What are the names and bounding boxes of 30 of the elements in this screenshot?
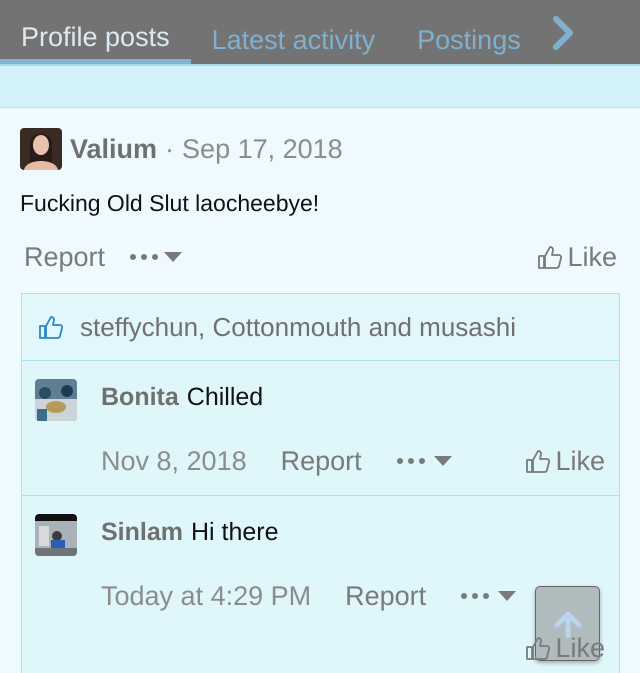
caret-icon[interactable] <box>498 590 516 601</box>
like-button[interactable]: Like <box>537 236 617 277</box>
arrow-up-icon <box>554 610 582 638</box>
chevron-right-icon[interactable] <box>552 16 574 50</box>
username[interactable]: Sinlam <box>101 514 183 552</box>
report-link[interactable]: Report <box>24 236 106 277</box>
tab[interactable]: Postings <box>396 0 542 64</box>
thumbs-up-icon <box>525 448 552 474</box>
thumbs-up-icon <box>525 635 552 662</box>
separator-dot: · <box>165 132 174 166</box>
report-link[interactable]: Report <box>345 576 426 616</box>
comment-text: Chilled <box>186 382 264 413</box>
caret-icon[interactable] <box>164 252 182 262</box>
post-date[interactable]: Sep 17, 2018 <box>182 128 343 170</box>
thumbs-up-icon <box>38 314 64 340</box>
post-text: Fucking Old Slut laocheebye! <box>20 189 320 218</box>
comment-date[interactable]: Nov 8, 2018 <box>101 440 247 481</box>
comment-text: Hi there <box>190 517 279 548</box>
username[interactable]: Valium <box>70 128 158 170</box>
like-button[interactable]: Like <box>525 440 605 481</box>
liked-by-text: steffychun, Cottonmouth and musashi <box>80 310 516 344</box>
more-options-icon[interactable] <box>460 590 490 601</box>
more-options-icon[interactable] <box>129 252 160 262</box>
username[interactable]: Bonita <box>101 379 179 416</box>
more-options-icon[interactable] <box>396 456 426 466</box>
thumbs-up-icon <box>537 244 564 270</box>
comment-date[interactable]: Today at 4:29 PM <box>101 576 312 616</box>
report-link[interactable]: Report <box>280 440 362 481</box>
caret-icon[interactable] <box>434 456 452 466</box>
tab[interactable]: Latest activity <box>190 0 396 64</box>
